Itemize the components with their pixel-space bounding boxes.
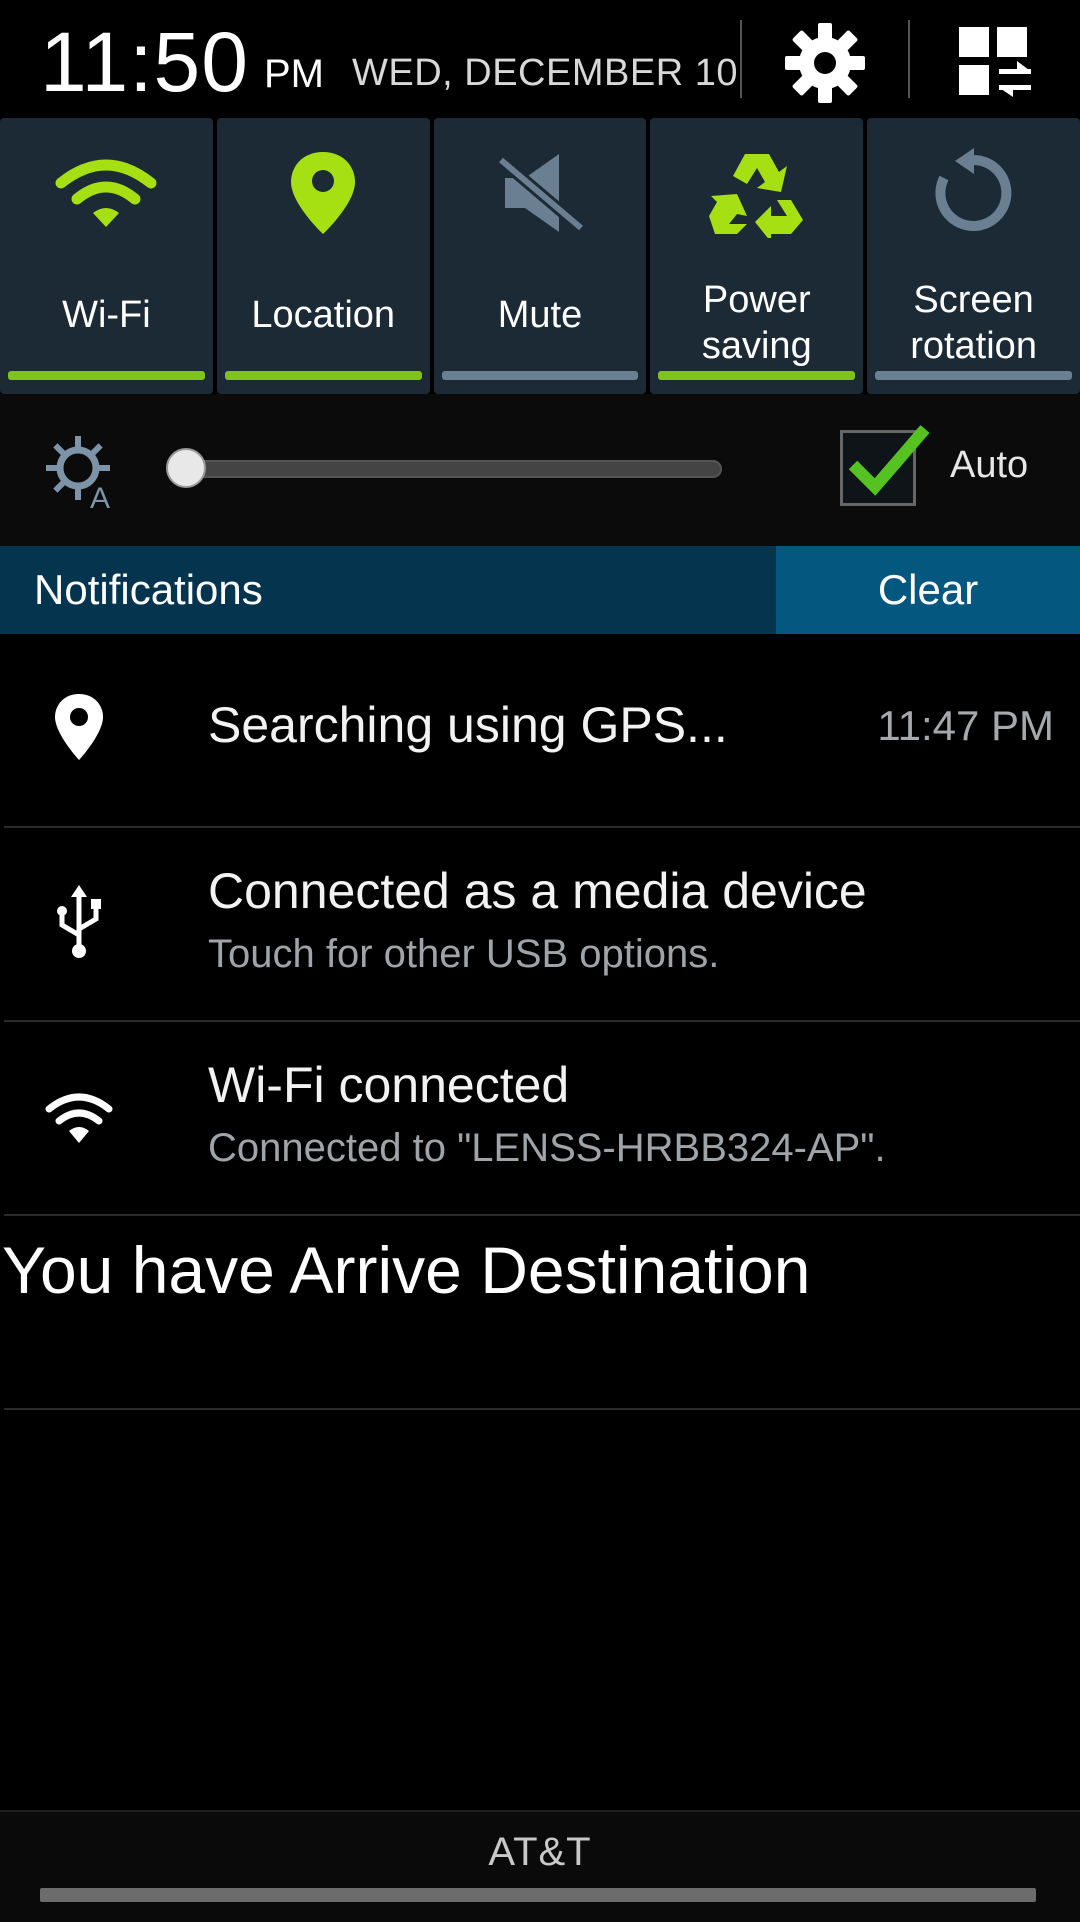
notification-item[interactable]: Wi-Fi connected Connected to "LENSS-HRBB… bbox=[0, 1022, 1080, 1216]
divider bbox=[4, 1408, 1080, 1410]
toggle-indicator bbox=[658, 371, 856, 380]
edit-quick-settings-button[interactable] bbox=[950, 18, 1040, 108]
notification-time: 11:47 PM bbox=[877, 702, 1054, 749]
quick-settings-panel: Wi-Fi Location Mute Power saving Screen … bbox=[0, 118, 1080, 394]
notifications-title: Notifications bbox=[34, 566, 263, 613]
toggle-label: Wi-Fi bbox=[62, 294, 151, 336]
panel-drag-handle[interactable] bbox=[40, 1888, 1036, 1902]
toggle-wifi[interactable]: Wi-Fi bbox=[0, 118, 213, 394]
header-divider bbox=[908, 20, 910, 98]
header-divider bbox=[740, 20, 742, 98]
toggle-indicator bbox=[8, 371, 205, 380]
toggle-indicator bbox=[875, 371, 1072, 380]
brightness-row: A Auto bbox=[0, 394, 1080, 546]
notification-title: Wi-Fi connected bbox=[208, 1057, 570, 1113]
clock-ampm: PM bbox=[264, 52, 324, 96]
toggle-label: Location bbox=[251, 294, 396, 336]
notification-subtitle: Touch for other USB options. bbox=[208, 932, 720, 976]
wifi-icon bbox=[55, 159, 157, 227]
notification-title: You have Arrive Destination bbox=[2, 1233, 811, 1307]
toggle-screen-rotation[interactable]: Screen rotation bbox=[867, 118, 1080, 394]
mute-icon bbox=[497, 154, 585, 233]
brightness-slider-track[interactable] bbox=[182, 460, 722, 478]
checkmark-icon bbox=[848, 425, 930, 496]
auto-brightness-icon: A bbox=[46, 436, 110, 510]
status-header: 11:50 PM WED, DECEMBER 10 bbox=[0, 0, 1080, 118]
toggle-indicator bbox=[224, 371, 422, 380]
notification-title: Connected as a media device bbox=[208, 863, 867, 919]
toggle-indicator bbox=[441, 371, 639, 380]
notification-title: Searching using GPS... bbox=[208, 697, 728, 753]
notification-subtitle: Connected to "LENSS-HRBB324-AP". bbox=[208, 1126, 886, 1170]
toggle-power-saving[interactable]: Power saving bbox=[650, 118, 864, 394]
carrier-label: AT&T bbox=[488, 1830, 592, 1874]
notifications-header: Notifications Clear bbox=[0, 546, 1080, 634]
gear-icon bbox=[785, 23, 865, 103]
toggle-mute[interactable]: Mute bbox=[433, 118, 647, 394]
wifi-icon bbox=[45, 1093, 113, 1143]
svg-text:A: A bbox=[90, 482, 110, 510]
usb-icon bbox=[57, 885, 101, 958]
toggle-label: Mute bbox=[497, 294, 583, 336]
rotation-icon bbox=[935, 148, 1011, 231]
carrier-bar: AT&T bbox=[0, 1810, 1080, 1922]
notification-item[interactable]: You have Arrive Destination bbox=[0, 1216, 1080, 1410]
toggle-label: Screen rotation bbox=[910, 279, 1037, 367]
recycle-icon bbox=[708, 154, 803, 238]
toggle-label: Power saving bbox=[701, 279, 812, 367]
notification-item[interactable]: Searching using GPS... 11:47 PM bbox=[0, 634, 1080, 828]
date-label: WED, DECEMBER 10 bbox=[352, 52, 738, 94]
clear-button[interactable]: Clear bbox=[776, 546, 1080, 634]
brightness-slider-thumb[interactable] bbox=[166, 448, 206, 488]
settings-button[interactable] bbox=[780, 18, 870, 108]
toggle-location[interactable]: Location bbox=[216, 118, 430, 394]
location-pin-icon bbox=[291, 152, 356, 234]
quick-settings-grid-icon bbox=[959, 27, 1031, 97]
auto-brightness-label: Auto bbox=[950, 444, 1029, 486]
location-pin-icon bbox=[55, 694, 103, 760]
notification-item[interactable]: Connected as a media device Touch for ot… bbox=[0, 828, 1080, 1022]
clock-time: 11:50 bbox=[40, 15, 249, 109]
auto-brightness-checkbox[interactable] bbox=[840, 425, 930, 506]
